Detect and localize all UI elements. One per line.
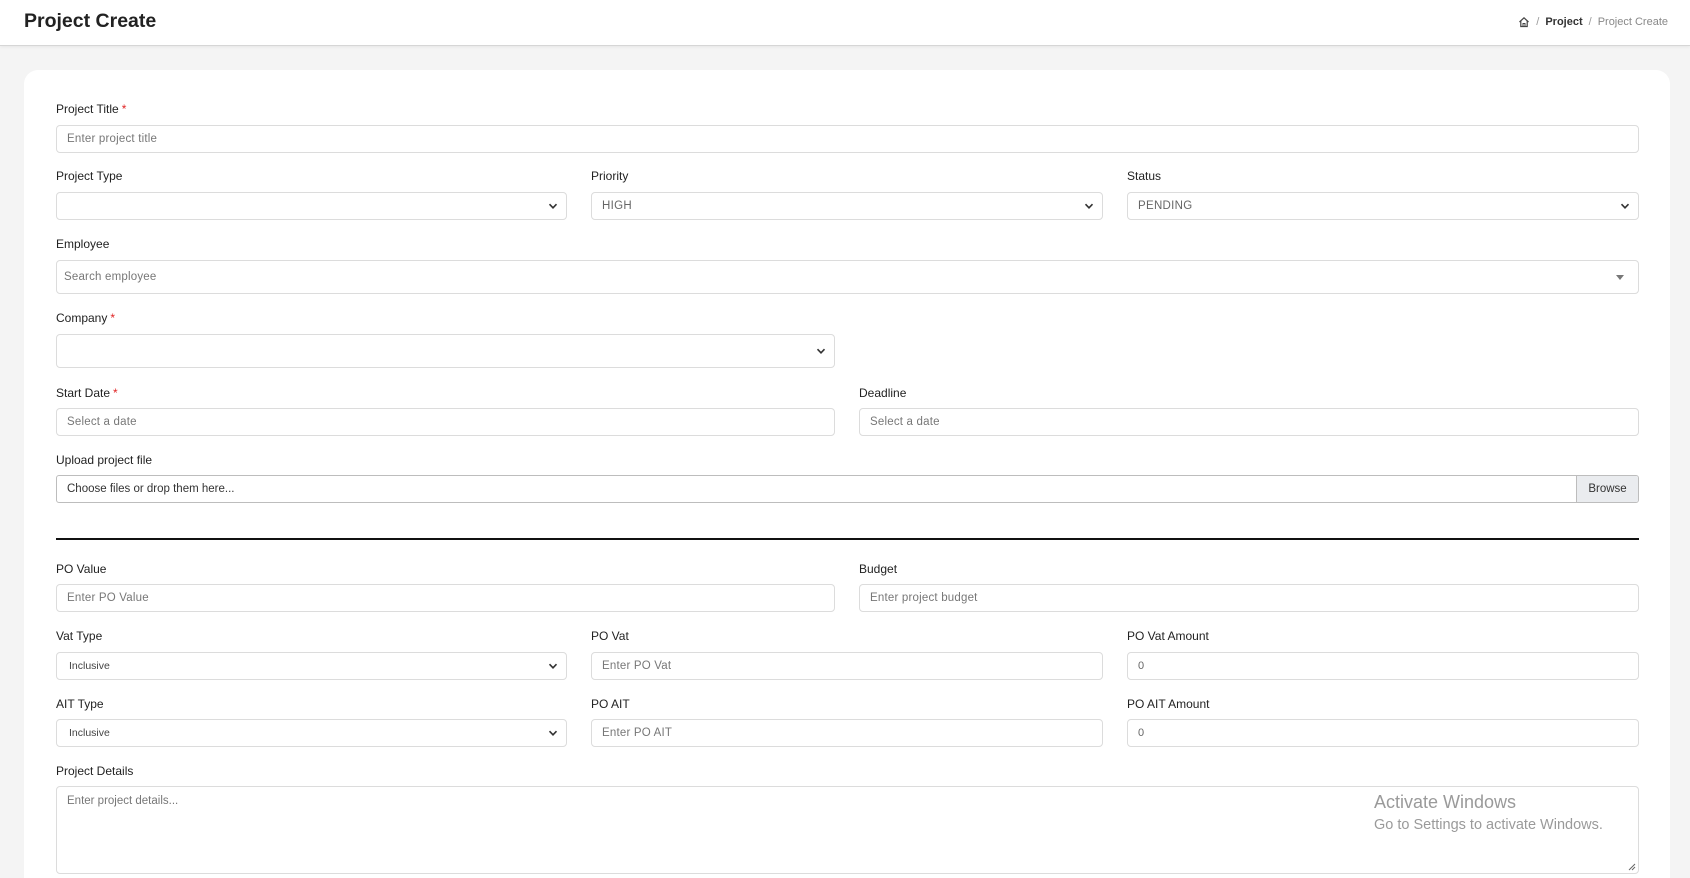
start-date-label: Start Date * bbox=[56, 386, 118, 400]
employee-search-input[interactable] bbox=[64, 271, 1638, 283]
browse-button[interactable]: Browse bbox=[1576, 476, 1638, 502]
project-type-label: Project Type bbox=[56, 169, 123, 183]
required-marker: * bbox=[110, 311, 116, 325]
breadcrumb-separator: / bbox=[1588, 16, 1592, 28]
project-title-input[interactable] bbox=[67, 133, 1638, 145]
po-ait-label: PO AIT bbox=[591, 697, 630, 711]
po-vat-amount-label: PO Vat Amount bbox=[1127, 629, 1209, 643]
company-select[interactable] bbox=[56, 334, 835, 368]
budget-input[interactable] bbox=[870, 592, 1638, 604]
po-ait-amount-value: 0 bbox=[1138, 727, 1145, 739]
chevron-down-icon bbox=[548, 203, 558, 209]
chevron-down-icon bbox=[1084, 203, 1094, 209]
project-title-field[interactable] bbox=[56, 125, 1639, 153]
required-marker: * bbox=[113, 386, 118, 400]
resize-handle-icon[interactable] bbox=[1628, 863, 1636, 871]
top-bar: Project Create / Project / Project Creat… bbox=[0, 0, 1690, 46]
po-vat-amount-field[interactable]: 0 bbox=[1127, 652, 1639, 680]
start-date-label-text: Start Date bbox=[56, 386, 111, 400]
project-details-placeholder: Enter project details... bbox=[67, 795, 179, 807]
company-label: Company * bbox=[56, 311, 115, 325]
caret-down-icon bbox=[1616, 275, 1624, 280]
deadline-field[interactable] bbox=[859, 408, 1639, 436]
activate-windows-watermark: Activate Windows Go to Settings to activ… bbox=[1374, 792, 1603, 833]
chevron-down-icon bbox=[1620, 203, 1630, 209]
ait-type-select[interactable]: Inclusive bbox=[56, 719, 567, 747]
vat-type-label: Vat Type bbox=[56, 629, 103, 643]
ait-type-label: AIT Type bbox=[56, 697, 104, 711]
upload-label: Upload project file bbox=[56, 453, 153, 467]
priority-label: Priority bbox=[591, 169, 629, 183]
page-title: Project Create bbox=[24, 10, 157, 32]
po-ait-amount-label: PO AIT Amount bbox=[1127, 697, 1210, 711]
breadcrumb-current: Project Create bbox=[1597, 16, 1668, 28]
status-label: Status bbox=[1127, 169, 1162, 183]
section-divider bbox=[56, 538, 1639, 540]
po-vat-field[interactable] bbox=[591, 652, 1103, 680]
start-date-input[interactable] bbox=[67, 416, 834, 428]
vat-type-select[interactable]: Inclusive bbox=[56, 652, 567, 680]
po-vat-input[interactable] bbox=[602, 660, 1102, 672]
breadcrumb: / Project / Project Create bbox=[1518, 16, 1668, 28]
employee-search-select[interactable] bbox=[56, 260, 1639, 294]
chevron-down-icon bbox=[548, 730, 558, 736]
breadcrumb-project-link[interactable]: Project bbox=[1545, 16, 1582, 28]
priority-value: HIGH bbox=[602, 200, 632, 212]
project-details-label: Project Details bbox=[56, 764, 134, 778]
deadline-label: Deadline bbox=[859, 386, 907, 400]
budget-field[interactable] bbox=[859, 584, 1639, 612]
po-value-label: PO Value bbox=[56, 562, 107, 576]
file-upload-placeholder[interactable]: Choose files or drop them here... bbox=[57, 476, 1576, 502]
project-type-select[interactable] bbox=[56, 192, 567, 220]
budget-label: Budget bbox=[859, 562, 898, 576]
file-upload[interactable]: Choose files or drop them here... Browse bbox=[56, 475, 1639, 503]
po-ait-amount-field[interactable]: 0 bbox=[1127, 719, 1639, 747]
vat-type-value: Inclusive bbox=[69, 660, 110, 672]
po-vat-label: PO Vat bbox=[591, 629, 629, 643]
chevron-down-icon bbox=[816, 348, 826, 354]
home-icon[interactable] bbox=[1518, 16, 1530, 28]
po-value-field[interactable] bbox=[56, 584, 835, 612]
company-label-text: Company bbox=[56, 311, 108, 325]
employee-label: Employee bbox=[56, 237, 110, 251]
start-date-field[interactable] bbox=[56, 408, 835, 436]
status-select[interactable]: PENDING bbox=[1127, 192, 1639, 220]
po-ait-field[interactable] bbox=[591, 719, 1103, 747]
chevron-down-icon bbox=[548, 663, 558, 669]
watermark-line-1: Activate Windows bbox=[1374, 792, 1517, 812]
status-value: PENDING bbox=[1138, 200, 1193, 212]
deadline-input[interactable] bbox=[870, 416, 1638, 428]
watermark-line-2: Go to Settings to activate Windows. bbox=[1374, 817, 1603, 833]
project-title-label: Project Title * bbox=[56, 102, 126, 116]
priority-select[interactable]: HIGH bbox=[591, 192, 1103, 220]
breadcrumb-separator: / bbox=[1536, 16, 1540, 28]
required-marker: * bbox=[121, 102, 127, 116]
po-ait-input[interactable] bbox=[602, 727, 1102, 739]
project-title-label-text: Project Title bbox=[56, 102, 119, 116]
po-vat-amount-value: 0 bbox=[1138, 660, 1145, 672]
ait-type-value: Inclusive bbox=[69, 727, 110, 739]
po-value-input[interactable] bbox=[67, 592, 834, 604]
